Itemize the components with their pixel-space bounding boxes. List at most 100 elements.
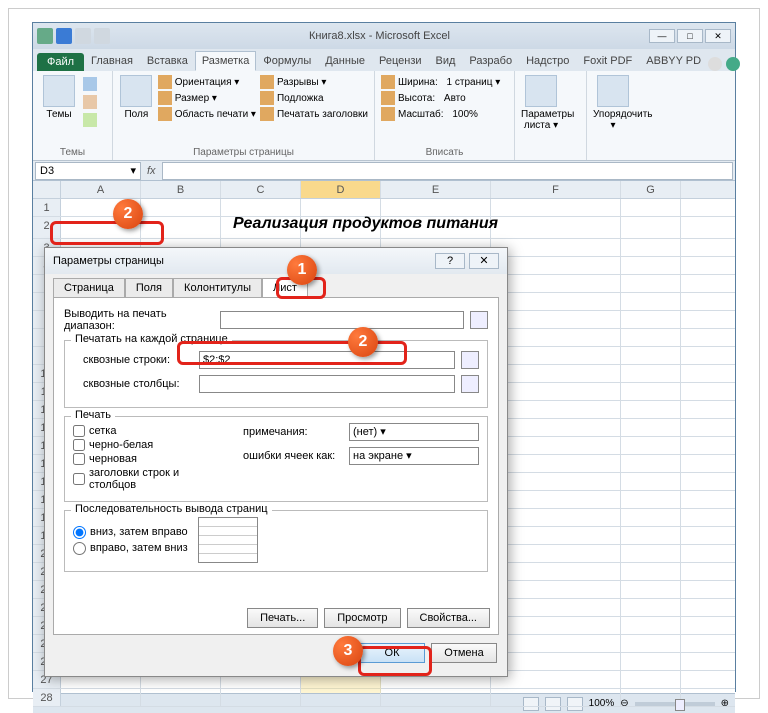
- ribbon-tabs: Файл Главная Вставка Разметка Формулы Да…: [33, 49, 735, 71]
- rows-repeat-input[interactable]: [199, 351, 455, 369]
- effects-icon[interactable]: [83, 113, 97, 127]
- orientation-button[interactable]: Ориентация ▾: [158, 75, 256, 89]
- range-picker-icon[interactable]: [461, 375, 479, 393]
- annotation-callout: 2: [113, 199, 143, 229]
- minimize-ribbon-icon[interactable]: [708, 57, 722, 71]
- themes-icon: [43, 75, 75, 107]
- tab-developer[interactable]: Разрабо: [462, 51, 519, 71]
- page-setup-dialog: Параметры страницы ? ✕ Страница Поля Кол…: [44, 247, 508, 677]
- print-area-icon: [158, 107, 172, 121]
- tab-formulas[interactable]: Формулы: [256, 51, 318, 71]
- order-group-label: Последовательность вывода страниц: [71, 503, 272, 515]
- headings-checkbox[interactable]: заголовки строк и столбцов: [73, 467, 223, 491]
- name-box[interactable]: D3▾: [35, 162, 141, 180]
- dialog-title: Параметры страницы: [53, 255, 164, 267]
- row-header[interactable]: 28: [33, 689, 61, 706]
- arrange-icon: [597, 75, 629, 107]
- rows-repeat-label: сквозные строки:: [73, 354, 193, 366]
- col-header[interactable]: D: [301, 181, 381, 198]
- row-header[interactable]: 2: [33, 217, 61, 238]
- tab-abbyy[interactable]: ABBYY PD: [639, 51, 708, 71]
- col-header[interactable]: F: [491, 181, 621, 198]
- undo-icon[interactable]: [75, 28, 91, 44]
- cols-repeat-input[interactable]: [199, 375, 455, 393]
- ribbon: Темы Темы Поля Ориентация ▾ Размер ▾ Обл…: [33, 71, 735, 161]
- formula-bar-row: D3▾ fx: [33, 161, 735, 181]
- arrange-button[interactable]: Упорядочить ▾: [593, 75, 633, 131]
- col-header[interactable]: E: [381, 181, 491, 198]
- comments-label: примечания:: [243, 426, 343, 438]
- down-over-radio[interactable]: вниз, затем вправо: [73, 526, 188, 539]
- ok-button[interactable]: ОК: [359, 643, 425, 663]
- size-icon: [158, 91, 172, 105]
- tab-pagelayout[interactable]: Разметка: [195, 51, 257, 71]
- scale-icon: [381, 107, 395, 121]
- sheet-options-icon: [525, 75, 557, 107]
- range-picker-icon[interactable]: [461, 351, 479, 369]
- help-icon[interactable]: [726, 57, 740, 71]
- print-titles-icon: [260, 107, 274, 121]
- size-button[interactable]: Размер ▾: [158, 91, 256, 105]
- print-range-input[interactable]: [220, 311, 464, 329]
- orientation-icon: [158, 75, 172, 89]
- themes-button[interactable]: Темы: [39, 75, 79, 158]
- tab-page[interactable]: Страница: [53, 278, 125, 297]
- blackwhite-checkbox[interactable]: черно-белая: [73, 439, 223, 451]
- formula-bar[interactable]: [162, 162, 733, 180]
- tab-data[interactable]: Данные: [318, 51, 372, 71]
- margins-button[interactable]: Поля: [119, 75, 154, 158]
- save-icon[interactable]: [56, 28, 72, 44]
- tab-view[interactable]: Вид: [429, 51, 463, 71]
- minimize-button[interactable]: —: [649, 29, 675, 43]
- tab-insert[interactable]: Вставка: [140, 51, 195, 71]
- print-area-button[interactable]: Область печати ▾: [158, 107, 256, 121]
- col-header[interactable]: B: [141, 181, 221, 198]
- select-all-corner[interactable]: [33, 181, 61, 198]
- gridlines-checkbox[interactable]: сетка: [73, 425, 223, 437]
- file-tab[interactable]: Файл: [37, 53, 84, 71]
- tab-home[interactable]: Главная: [84, 51, 140, 71]
- col-header[interactable]: A: [61, 181, 141, 198]
- redo-icon[interactable]: [94, 28, 110, 44]
- close-button[interactable]: ✕: [705, 29, 731, 43]
- dialog-help-button[interactable]: ?: [435, 253, 465, 269]
- sheet-options-button[interactable]: Параметры листа ▾: [521, 75, 561, 131]
- colors-icon[interactable]: [83, 77, 97, 91]
- margins-icon: [120, 75, 152, 107]
- width-control[interactable]: Ширина: 1 страниц ▾: [381, 75, 508, 89]
- breaks-icon: [260, 75, 274, 89]
- errors-select[interactable]: на экране ▾: [349, 447, 479, 465]
- annotation-callout: 2: [348, 327, 378, 357]
- col-header[interactable]: C: [221, 181, 301, 198]
- tab-addins[interactable]: Надстро: [519, 51, 576, 71]
- print-titles-button[interactable]: Печатать заголовки: [260, 107, 368, 121]
- properties-button[interactable]: Свойства...: [407, 608, 490, 628]
- preview-button[interactable]: Просмотр: [324, 608, 400, 628]
- print-group-label: Печать: [71, 409, 115, 421]
- comments-select[interactable]: (нет) ▾: [349, 423, 479, 441]
- tab-foxit[interactable]: Foxit PDF: [576, 51, 639, 71]
- tab-margins[interactable]: Поля: [125, 278, 173, 297]
- background-button[interactable]: Подложка: [260, 91, 368, 105]
- row-header[interactable]: 1: [33, 199, 61, 216]
- over-down-radio[interactable]: вправо, затем вниз: [73, 542, 188, 555]
- breaks-button[interactable]: Разрывы ▾: [260, 75, 368, 89]
- maximize-button[interactable]: □: [677, 29, 703, 43]
- tab-review[interactable]: Рецензи: [372, 51, 429, 71]
- annotation-callout: 3: [333, 636, 363, 666]
- fx-icon[interactable]: fx: [141, 165, 162, 177]
- cancel-button[interactable]: Отмена: [431, 643, 497, 663]
- draft-checkbox[interactable]: черновая: [73, 453, 223, 465]
- scale-control[interactable]: Масштаб: 100%: [381, 107, 508, 121]
- print-button[interactable]: Печать...: [247, 608, 318, 628]
- height-control[interactable]: Высота: Авто: [381, 91, 508, 105]
- zoom-slider[interactable]: [635, 702, 715, 706]
- quick-access-toolbar: [37, 28, 110, 44]
- print-range-label: Выводить на печать диапазон:: [64, 308, 214, 332]
- dialog-close-button[interactable]: ✕: [469, 253, 499, 269]
- annotation-callout: 1: [287, 255, 317, 285]
- fonts-icon[interactable]: [83, 95, 97, 109]
- tab-headerfooter[interactable]: Колонтитулы: [173, 278, 262, 297]
- range-picker-icon[interactable]: [470, 311, 488, 329]
- col-header[interactable]: G: [621, 181, 681, 198]
